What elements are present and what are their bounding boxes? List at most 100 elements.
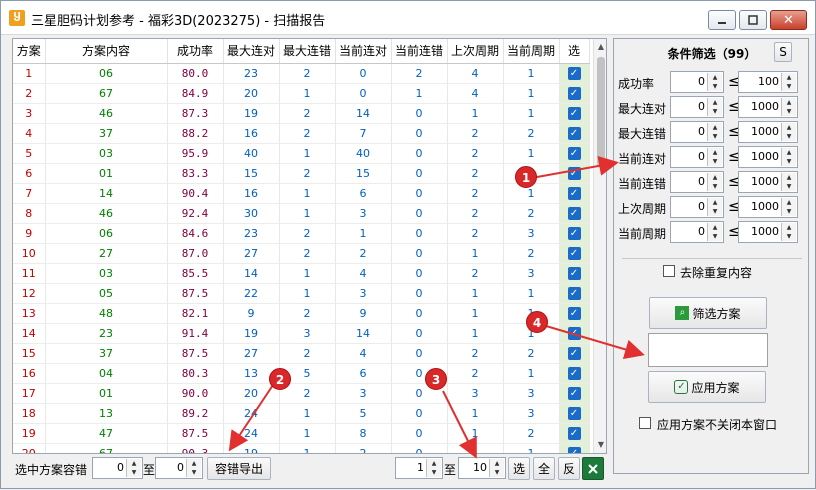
spinner-arrows-icon[interactable]: ▲ ▼ (186, 459, 201, 477)
spinner-arrows-icon[interactable]: ▲ ▼ (781, 98, 796, 116)
scroll-thumb[interactable] (597, 57, 605, 167)
row-checkbox[interactable]: ✓ (567, 407, 581, 420)
spinner-arrows-icon[interactable]: ▲ ▼ (781, 223, 796, 241)
column-header[interactable]: 当前连对 (335, 39, 392, 64)
filter-min-spinner[interactable]: 0 ▲ ▼ (670, 221, 724, 243)
s-button[interactable]: S (774, 42, 792, 62)
column-header[interactable]: 成功率 (167, 39, 224, 64)
filter-max-spinner[interactable]: 1000 ▲ ▼ (738, 121, 798, 143)
table-row[interactable]: 1 06 80.0 23 2 0 2 4 1 ✓ (13, 63, 590, 84)
row-checkbox[interactable]: ✓ (567, 427, 581, 440)
table-row[interactable]: 7 14 90.4 16 1 6 0 2 1 ✓ (13, 183, 590, 204)
filter-max-spinner[interactable]: 1000 ▲ ▼ (738, 146, 798, 168)
scroll-up-icon[interactable]: ▲ (594, 39, 606, 55)
filter-min-spinner[interactable]: 0 ▲ ▼ (670, 96, 724, 118)
close-button[interactable]: ✕ (770, 10, 807, 30)
row-checkbox[interactable]: ✓ (567, 307, 581, 320)
table-row[interactable]: 14 23 91.4 19 3 14 0 1 1 ✓ (13, 323, 590, 344)
table-row[interactable]: 20 67 90.3 19 1 2 0 1 1 ✓ (13, 443, 590, 453)
column-header[interactable]: 最大连错 (279, 39, 336, 64)
row-checkbox[interactable]: ✓ (567, 127, 581, 140)
table-row[interactable]: 134882.1929011✓ (13, 303, 590, 324)
column-header[interactable]: 方案内容 (45, 39, 168, 64)
row-checkbox[interactable]: ✓ (567, 167, 581, 180)
row-checkbox[interactable]: ✓ (567, 447, 581, 453)
spinner-arrows-icon[interactable]: ▲ ▼ (781, 198, 796, 216)
spinner-arrows-icon[interactable]: ▲ ▼ (707, 198, 722, 216)
spinner-arrows-icon[interactable]: ▲ ▼ (426, 459, 441, 477)
filter-max-spinner[interactable]: 1000 ▲ ▼ (738, 196, 798, 218)
row-checkbox[interactable]: ✓ (567, 347, 581, 360)
table-row[interactable]: 12 05 87.5 22 1 3 0 1 1 ✓ (13, 283, 590, 304)
select-range-button[interactable]: 选 (508, 457, 530, 480)
column-header[interactable]: 当前周期 (503, 39, 560, 64)
row-checkbox[interactable]: ✓ (567, 147, 581, 160)
spinner-arrows-icon[interactable]: ▲ ▼ (707, 98, 722, 116)
column-header[interactable]: 当前连错 (391, 39, 448, 64)
filter-max-spinner[interactable]: 1000 ▲ ▼ (738, 171, 798, 193)
table-row[interactable]: 17 01 90.0 20 2 3 0 3 3 ✓ (13, 383, 590, 404)
tolerance-from-spinner[interactable]: 0 ▲ ▼ (92, 457, 143, 479)
filter-min-spinner[interactable]: 0 ▲ ▼ (670, 171, 724, 193)
row-checkbox[interactable]: ✓ (567, 287, 581, 300)
invert-selection-button[interactable]: 反 (558, 457, 580, 480)
excel-export-button[interactable] (582, 457, 604, 480)
filter-max-spinner[interactable]: 1000 ▲ ▼ (738, 96, 798, 118)
select-all-button[interactable]: 全 (533, 457, 555, 480)
row-checkbox[interactable]: ✓ (567, 207, 581, 220)
maximize-button[interactable] (739, 10, 767, 30)
row-checkbox[interactable]: ✓ (567, 227, 581, 240)
spinner-arrows-icon[interactable]: ▲ ▼ (707, 173, 722, 191)
vertical-scrollbar[interactable]: ▲ ▼ (593, 39, 606, 453)
table-row[interactable]: 10 27 87.0 27 2 2 0 1 2 ✓ (13, 243, 590, 264)
table-row[interactable]: 2 67 84.9 20 1 0 1 4 1 ✓ (13, 83, 590, 104)
filter-min-spinner[interactable]: 0 ▲ ▼ (670, 146, 724, 168)
filter-min-spinner[interactable]: 0 ▲ ▼ (670, 71, 724, 93)
row-checkbox[interactable]: ✓ (567, 327, 581, 340)
table-row[interactable]: 4 37 88.2 16 2 7 0 2 2 ✓ (13, 123, 590, 144)
row-checkbox[interactable]: ✓ (567, 367, 581, 380)
row-checkbox[interactable]: ✓ (567, 247, 581, 260)
table-row[interactable]: 8 46 92.4 30 1 3 0 2 2 ✓ (13, 203, 590, 224)
spinner-arrows-icon[interactable]: ▲ ▼ (781, 173, 796, 191)
spinner-arrows-icon[interactable]: ▲ ▼ (489, 459, 504, 477)
filter-min-spinner[interactable]: 0 ▲ ▼ (670, 196, 724, 218)
spinner-arrows-icon[interactable]: ▲ ▼ (707, 123, 722, 141)
row-checkbox[interactable]: ✓ (567, 67, 581, 80)
spinner-arrows-icon[interactable]: ▲ ▼ (781, 148, 796, 166)
export-tolerance-button[interactable]: 容错导出 (207, 457, 271, 480)
table-row[interactable]: 9 06 84.6 23 2 1 0 2 3 ✓ (13, 223, 590, 244)
keep-open-checkbox[interactable] (639, 417, 651, 429)
spinner-arrows-icon[interactable]: ▲ ▼ (126, 459, 141, 477)
spinner-arrows-icon[interactable]: ▲ ▼ (781, 73, 796, 91)
row-checkbox[interactable]: ✓ (567, 107, 581, 120)
table-row[interactable]: 19 47 87.5 24 1 8 0 1 2 ✓ (13, 423, 590, 444)
column-header[interactable]: 选 (559, 39, 590, 64)
minimize-button[interactable] (708, 10, 736, 30)
row-checkbox[interactable]: ✓ (567, 387, 581, 400)
range-from-spinner[interactable]: 1 ▲ ▼ (395, 457, 443, 479)
scroll-down-icon[interactable]: ▼ (594, 437, 606, 453)
spinner-arrows-icon[interactable]: ▲ ▼ (781, 123, 796, 141)
range-to-spinner[interactable]: 10 ▲ ▼ (458, 457, 506, 479)
filter-min-spinner[interactable]: 0 ▲ ▼ (670, 121, 724, 143)
apply-scheme-button[interactable]: ✓ 应用方案 (648, 371, 766, 403)
column-header[interactable]: 最大连对 (223, 39, 280, 64)
spinner-arrows-icon[interactable]: ▲ ▼ (707, 148, 722, 166)
table-row[interactable]: 3 46 87.3 19 2 14 0 1 1 ✓ (13, 103, 590, 124)
dedupe-checkbox[interactable] (663, 265, 675, 277)
filter-max-spinner[interactable]: 1000 ▲ ▼ (738, 221, 798, 243)
table-row[interactable]: 15 37 87.5 27 2 4 0 2 2 ✓ (13, 343, 590, 364)
column-header[interactable]: 上次周期 (447, 39, 504, 64)
filter-scheme-button[interactable]: ⌕ 筛选方案 (649, 297, 767, 329)
table-row[interactable]: 11 03 85.5 14 1 4 0 2 3 ✓ (13, 263, 590, 284)
table-row[interactable]: 16 04 80.3 13 5 6 0 2 1 ✓ (13, 363, 590, 384)
tolerance-to-spinner[interactable]: 0 ▲ ▼ (155, 457, 203, 479)
table-row[interactable]: 60183.315215021✓ (13, 163, 590, 184)
row-checkbox[interactable]: ✓ (567, 87, 581, 100)
table-row[interactable]: 5 03 95.9 40 1 40 0 2 1 ✓ (13, 143, 590, 164)
filter-max-spinner[interactable]: 100 ▲ ▼ (738, 71, 798, 93)
spinner-arrows-icon[interactable]: ▲ ▼ (707, 73, 722, 91)
table-row[interactable]: 18 13 89.2 24 1 5 0 1 3 ✓ (13, 403, 590, 424)
row-checkbox[interactable]: ✓ (567, 267, 581, 280)
